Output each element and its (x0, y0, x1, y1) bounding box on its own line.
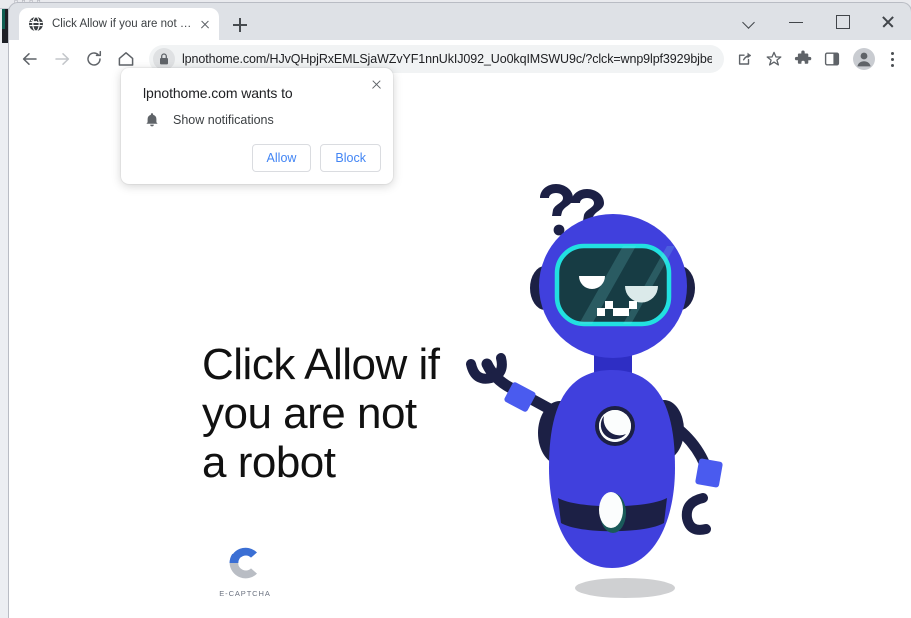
lock-icon[interactable] (153, 48, 175, 70)
share-icon[interactable] (731, 45, 759, 73)
window-close-icon[interactable] (865, 3, 911, 40)
allow-button[interactable]: Allow (251, 144, 312, 172)
browser-tab-title: Click Allow if you are not a robot (52, 18, 193, 30)
permission-dialog-title: lpnothome.com wants to (143, 85, 293, 101)
robot-body (549, 370, 675, 568)
window-controls (727, 3, 911, 40)
tab-search-chevron-down-icon[interactable] (727, 3, 773, 40)
page-headline: Click Allow if you are not a robot (202, 340, 440, 487)
e-captcha-label: E-CAPTCHA (219, 589, 271, 598)
e-captcha-badge: E-CAPTCHA (207, 540, 283, 598)
three-dot-menu-icon[interactable] (881, 45, 903, 73)
menu-dot (890, 52, 894, 56)
block-button[interactable]: Block (320, 144, 381, 172)
menu-dot (890, 57, 894, 62)
bookmark-star-icon[interactable] (760, 45, 788, 73)
bell-icon (143, 111, 161, 129)
robot-shadow (575, 578, 675, 598)
side-panel-icon[interactable] (818, 45, 846, 73)
permission-label: Show notifications (173, 113, 274, 127)
minimize-icon[interactable] (773, 3, 819, 40)
maximize-icon[interactable] (819, 3, 865, 40)
extensions-puzzle-icon[interactable] (789, 45, 817, 73)
tab-strip: Click Allow if you are not a robot (9, 3, 911, 40)
robot-belt-buckle (599, 492, 623, 528)
browser-window: Click Allow if you are not a robot (9, 3, 911, 618)
browser-tab-active[interactable]: Click Allow if you are not a robot (19, 8, 219, 40)
e-captcha-c-logo (222, 540, 268, 586)
confused-robot-illustration (457, 168, 757, 618)
permission-dialog-actions: Allow Block (251, 144, 381, 172)
background-window-left-strip (0, 9, 9, 618)
address-bar-url: lpnothome.com/HJvQHpjRxEMLSjaWZvYF1nnUkI… (182, 52, 712, 66)
profile-avatar[interactable] (853, 48, 875, 70)
new-tab-button[interactable] (227, 12, 253, 38)
close-icon[interactable] (365, 74, 387, 96)
forward-icon[interactable] (47, 44, 77, 74)
close-icon[interactable] (197, 16, 213, 32)
back-icon[interactable] (15, 44, 45, 74)
reload-icon[interactable] (79, 44, 109, 74)
background-sliver-teal (2, 9, 5, 29)
menu-dot (890, 63, 894, 67)
notification-permission-dialog: lpnothome.com wants to Show notification… (121, 68, 393, 184)
permission-row: Show notifications (143, 111, 274, 129)
globe-favicon (28, 16, 44, 32)
robot-left-arm (466, 353, 563, 419)
